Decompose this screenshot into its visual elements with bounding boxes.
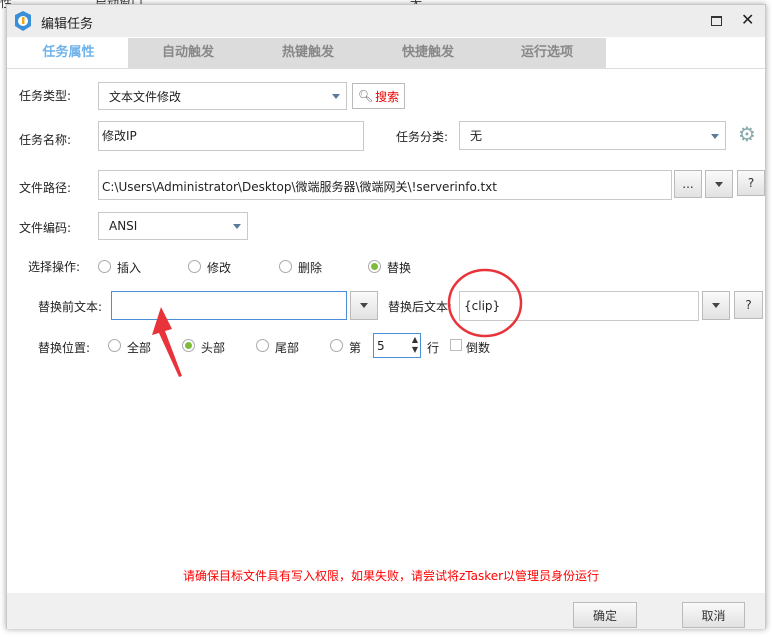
after-text-dropdown[interactable]	[702, 291, 730, 320]
before-text-label: 替换前文本:	[38, 300, 103, 314]
permission-warning: 请确保目标文件具有写入权限，如果失败，请尝试将zTasker以管理员身份运行	[182, 569, 600, 583]
title-bar: 编辑任务 ✕	[7, 5, 765, 37]
task-type-value: 文本文件修改	[109, 89, 182, 104]
maximize-button[interactable]	[711, 16, 722, 26]
file-path-input[interactable]: C:\Users\Administrator\Desktop\微端服务器\微端网…	[98, 170, 672, 200]
app-logo-icon	[15, 11, 31, 31]
search-icon: 🔍︎	[357, 89, 374, 103]
dialog-title: 编辑任务	[41, 17, 94, 32]
dialog-footer: 确定 取消	[7, 593, 765, 629]
before-text-input[interactable]	[111, 291, 347, 320]
line-number-stepper[interactable]: 5 ▲ ▼	[373, 333, 421, 358]
chevron-down-icon	[332, 94, 340, 99]
encoding-select[interactable]: ANSI	[98, 212, 248, 240]
reverse-label: 倒数	[466, 341, 491, 355]
before-text-dropdown[interactable]	[350, 291, 378, 320]
tab-task-properties[interactable]: 任务属性	[9, 38, 128, 68]
chevron-down-icon	[711, 133, 719, 139]
after-text-help-button[interactable]: ?	[734, 291, 763, 319]
radio-delete[interactable]	[279, 260, 292, 273]
search-button[interactable]: 🔍︎ 搜索	[352, 83, 405, 109]
reverse-checkbox[interactable]	[450, 339, 462, 351]
encoding-label: 文件编码:	[19, 221, 72, 235]
radio-replace-label: 替换	[387, 261, 412, 275]
task-type-select[interactable]: 文本文件修改	[98, 82, 347, 110]
tab-auto-trigger[interactable]: 自动触发	[128, 38, 248, 68]
category-select[interactable]: 无	[459, 121, 726, 150]
chevron-down-icon	[233, 224, 241, 229]
cancel-button[interactable]: 取消	[682, 602, 745, 628]
task-name-label: 任务名称:	[19, 133, 72, 147]
radio-head-label: 头部	[201, 341, 226, 355]
task-name-input[interactable]: 修改IP	[98, 121, 364, 151]
tab-run-options[interactable]: 运行选项	[488, 38, 606, 68]
radio-tail-label: 尾部	[275, 341, 300, 355]
encoding-value: ANSI	[109, 219, 138, 233]
radio-all[interactable]	[108, 339, 121, 352]
line-unit-label: 行	[427, 341, 440, 355]
edit-task-dialog: 编辑任务 ✕ 任务属性 自动触发 热键触发 快捷触发 运行选项 任务类型: 文本…	[6, 4, 766, 629]
stepper-arrows-icon[interactable]: ▲ ▼	[412, 335, 418, 355]
after-text-label: 替换后文本:	[388, 300, 453, 314]
radio-insert-label: 插入	[117, 261, 142, 275]
close-button[interactable]: ✕	[741, 10, 754, 29]
radio-modify-label: 修改	[207, 261, 232, 275]
category-label: 任务分类:	[396, 130, 449, 144]
position-label: 替换位置:	[38, 341, 91, 355]
radio-line-label: 第	[349, 341, 362, 355]
gear-icon[interactable]: ⚙	[738, 122, 756, 146]
tab-quick-trigger[interactable]: 快捷触发	[368, 38, 488, 68]
tab-bar: 任务属性 自动触发 热键触发 快捷触发 运行选项	[7, 38, 765, 69]
browse-button[interactable]: ...	[674, 170, 702, 198]
radio-insert[interactable]	[98, 260, 111, 273]
radio-all-label: 全部	[127, 341, 152, 355]
radio-line[interactable]	[330, 339, 343, 352]
task-type-label: 任务类型:	[19, 89, 72, 103]
search-label: 搜索	[375, 89, 400, 104]
file-path-label: 文件路径:	[19, 181, 72, 195]
path-help-button[interactable]: ?	[737, 170, 765, 196]
after-text-input[interactable]: {clip}	[459, 291, 699, 321]
category-value: 无	[470, 129, 483, 143]
radio-head[interactable]	[182, 339, 195, 352]
ok-button[interactable]: 确定	[573, 602, 637, 628]
radio-replace[interactable]	[368, 260, 381, 273]
tab-hotkey-trigger[interactable]: 热键触发	[248, 38, 368, 68]
radio-delete-label: 删除	[298, 261, 323, 275]
radio-modify[interactable]	[188, 260, 201, 273]
operation-label: 选择操作:	[28, 260, 81, 274]
line-number-value: 5	[377, 338, 385, 353]
radio-tail[interactable]	[256, 339, 269, 352]
path-history-dropdown[interactable]	[705, 170, 733, 198]
